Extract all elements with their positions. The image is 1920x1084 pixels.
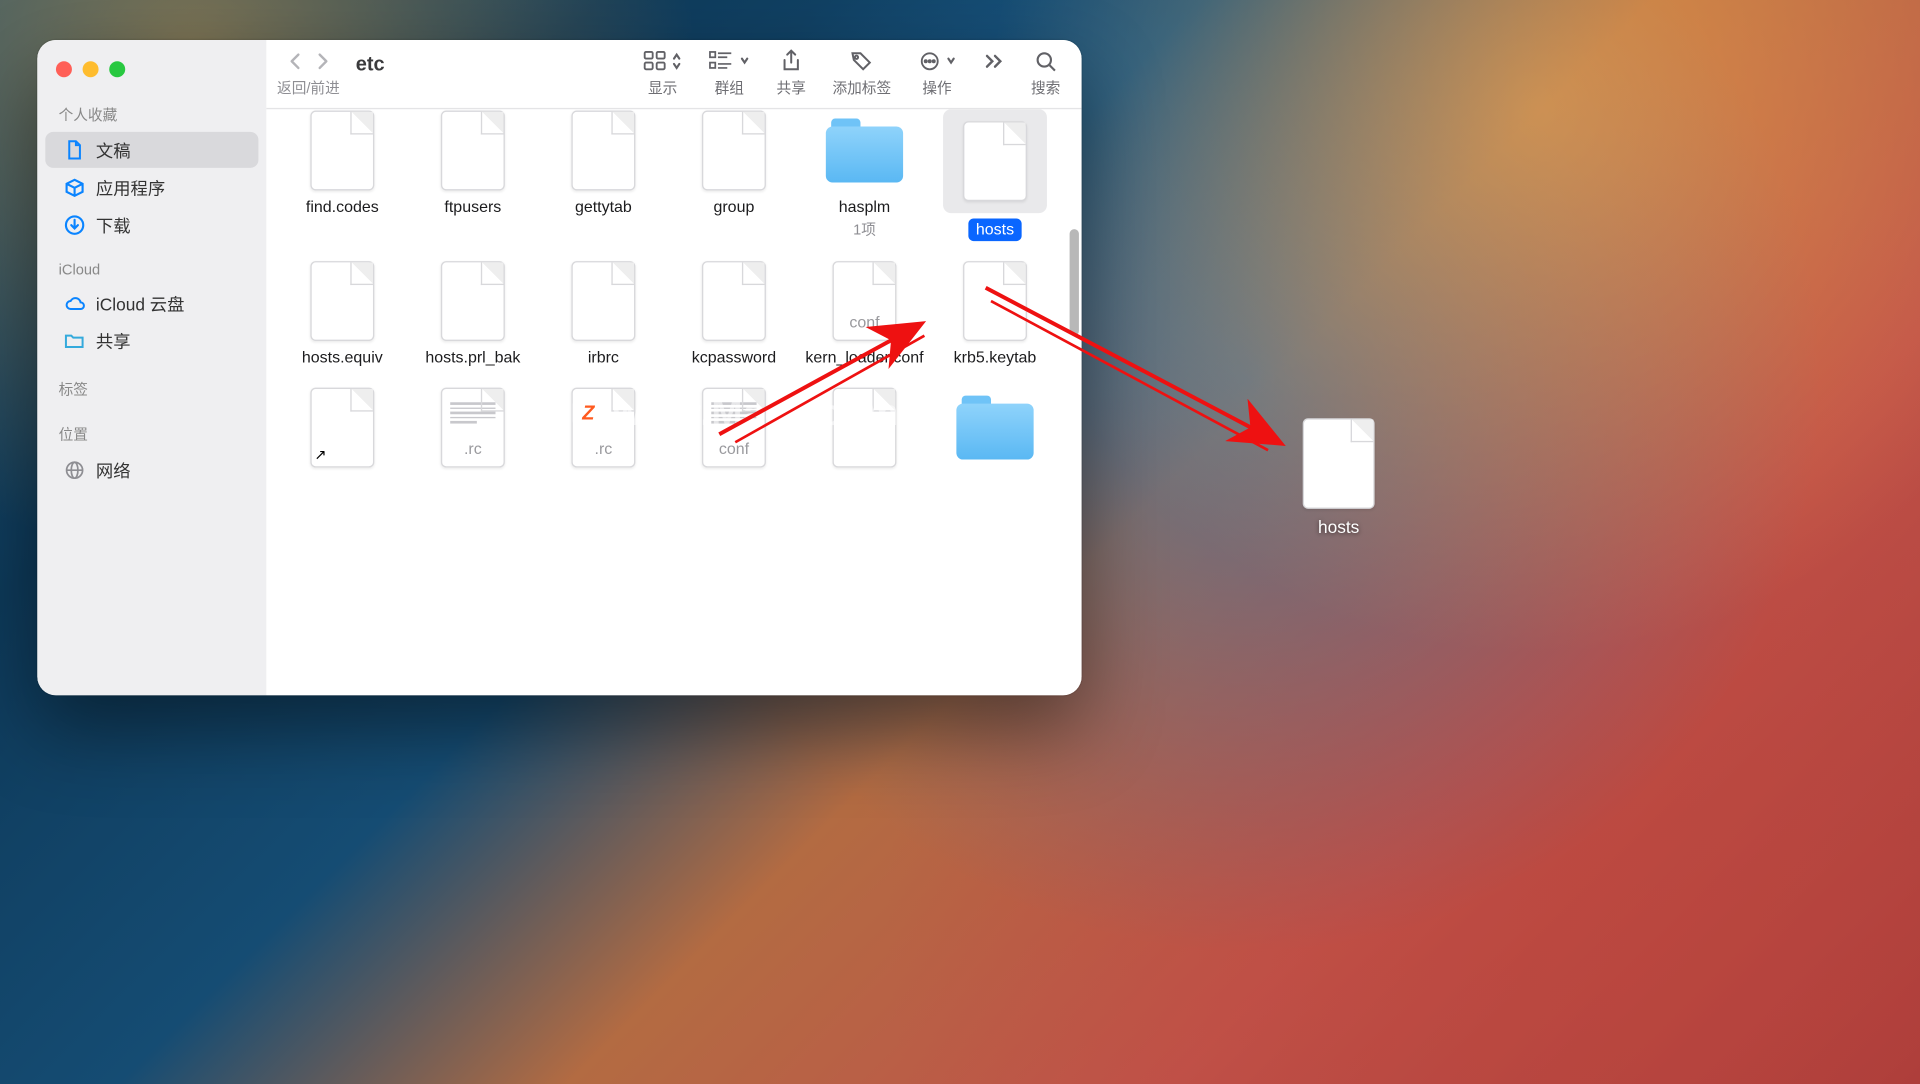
desktop-file-hosts[interactable]: hosts [1303, 418, 1375, 538]
window-controls [37, 56, 266, 91]
file-name: hosts [968, 218, 1022, 241]
cloud-icon [64, 292, 85, 313]
shared-folder-icon [64, 330, 85, 351]
folder-icon [826, 119, 903, 183]
document-icon [441, 261, 505, 341]
globe-icon [64, 459, 85, 480]
document-icon: .rc [441, 388, 505, 468]
sidebar-item-label: 下载 [96, 212, 131, 237]
finder-window: 个人收藏文稿应用程序下载iCloudiCloud 云盘共享标签位置网络 返回/前… [37, 40, 1081, 695]
file-item[interactable]: hasplm1项 [799, 109, 930, 246]
minimize-button[interactable] [83, 61, 99, 77]
file-name: hasplm [839, 197, 891, 217]
sidebar-section-header: 个人收藏 [37, 99, 266, 131]
sidebar-section-header: 位置 [37, 418, 266, 450]
sidebar-item-label: iCloud 云盘 [96, 290, 185, 315]
file-name: kern_loader.conf [805, 348, 923, 368]
watermark-text: www.MacZ.com [613, 392, 899, 435]
toolbar: 返回/前进 etc 显示 群组 [266, 40, 1081, 109]
file-item[interactable]: ↗ [277, 381, 408, 474]
sidebar-section-header: iCloud [37, 257, 266, 284]
file-name: hosts.prl_bak [425, 348, 520, 368]
close-button[interactable] [56, 61, 72, 77]
document-icon [310, 111, 374, 191]
search-button[interactable]: 搜索 [1020, 48, 1071, 99]
file-item[interactable]: hosts.prl_bak [408, 254, 539, 373]
document-icon [1303, 418, 1375, 509]
main-pane: 返回/前进 etc 显示 群组 [266, 40, 1081, 695]
sidebar-item[interactable]: iCloud 云盘 [45, 285, 258, 321]
document-icon [64, 139, 85, 160]
sidebar-section-header: 标签 [37, 373, 266, 405]
file-name: gettytab [575, 197, 632, 217]
watermark-badge: Z [573, 397, 605, 429]
sidebar-item-label: 网络 [96, 457, 131, 482]
document-icon [441, 111, 505, 191]
document-icon [571, 261, 635, 341]
desktop-file-label: hosts [1318, 517, 1359, 539]
group-button[interactable]: 群组 [698, 48, 761, 99]
document-icon [702, 261, 766, 341]
scrollbar-thumb[interactable] [1070, 229, 1079, 336]
sidebar-item[interactable]: 下载 [45, 206, 258, 242]
back-button[interactable] [287, 51, 303, 72]
file-item[interactable]: hosts.equiv [277, 254, 408, 373]
file-item[interactable]: group [669, 109, 800, 246]
zoom-button[interactable] [109, 61, 125, 77]
app-icon [64, 176, 85, 197]
window-title: etc [356, 48, 385, 76]
file-item[interactable]: ftpusers [408, 109, 539, 246]
watermark: Z www.MacZ.com [573, 392, 899, 435]
tag-button[interactable]: 添加标签 [822, 48, 902, 99]
nav-label: 返回/前进 [277, 77, 340, 98]
file-name: krb5.keytab [954, 348, 1037, 368]
sidebar-item-label: 文稿 [96, 137, 131, 162]
document-icon: ↗ [310, 388, 374, 468]
file-item[interactable]: krb5.keytab [930, 254, 1061, 373]
file-item[interactable]: conf kern_loader.conf [799, 254, 930, 373]
file-item[interactable]: .rc [408, 381, 539, 474]
document-icon [571, 111, 635, 191]
file-subtitle: 1项 [853, 218, 876, 239]
sidebar-item[interactable]: 共享 [45, 322, 258, 358]
file-item[interactable] [930, 381, 1061, 474]
file-item[interactable]: irbrc [538, 254, 669, 373]
view-mode-button[interactable]: 显示 [633, 48, 693, 99]
sidebar-item[interactable]: 应用程序 [45, 169, 258, 205]
document-icon [310, 261, 374, 341]
file-name: find.codes [306, 197, 379, 217]
download-icon [64, 214, 85, 235]
file-item[interactable]: hosts [930, 109, 1061, 246]
document-icon [963, 121, 1027, 201]
file-name: kcpassword [692, 348, 776, 368]
folder-icon [956, 396, 1033, 460]
overflow-button[interactable] [972, 48, 1015, 93]
forward-button[interactable] [314, 51, 330, 72]
sidebar: 个人收藏文稿应用程序下载 iCloud iCloud 云盘共享标签位置网络 [37, 40, 266, 695]
file-name: ftpusers [444, 197, 501, 217]
sidebar-item[interactable]: 网络 [45, 452, 258, 488]
file-name: irbrc [588, 348, 619, 368]
action-button[interactable]: 操作 [907, 48, 967, 99]
share-button[interactable]: 共享 [766, 48, 817, 99]
file-item[interactable]: kcpassword [669, 254, 800, 373]
file-name: hosts.equiv [302, 348, 383, 368]
document-icon [963, 261, 1027, 341]
sidebar-item[interactable]: 文稿 [45, 132, 258, 168]
file-item[interactable]: gettytab [538, 109, 669, 246]
sidebar-item-label: 应用程序 [96, 174, 165, 199]
document-icon: conf [833, 261, 897, 341]
file-name: group [713, 197, 754, 217]
document-icon [702, 111, 766, 191]
sidebar-item-label: 共享 [96, 328, 131, 353]
file-item[interactable]: find.codes [277, 109, 408, 246]
